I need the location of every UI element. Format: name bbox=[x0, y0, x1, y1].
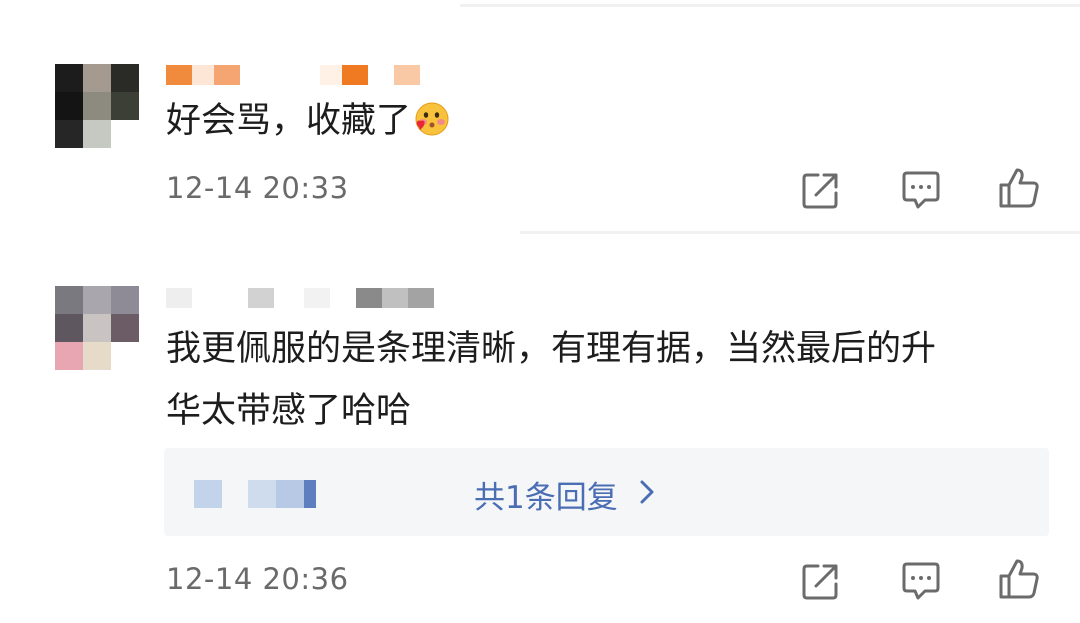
comment-button[interactable] bbox=[898, 167, 944, 213]
share-icon bbox=[802, 564, 838, 600]
like-button[interactable] bbox=[996, 165, 1042, 211]
smiling-face-with-heart-kiss-icon bbox=[413, 96, 451, 136]
username-blurred[interactable] bbox=[166, 287, 434, 309]
comment-feed: 好会骂，收藏了 12-14 20:33 我更佩服的是条理清晰，有理有据，当然最后… bbox=[0, 0, 1080, 623]
comment-text-content: 好会骂，收藏了 bbox=[166, 101, 412, 141]
like-button[interactable] bbox=[996, 556, 1042, 602]
comment-text: 我更佩服的是条理清晰，有理有据，当然最后的升 华太带感了哈哈 bbox=[166, 318, 936, 442]
like-icon bbox=[999, 168, 1039, 208]
avatar[interactable] bbox=[55, 286, 139, 370]
username-blurred[interactable] bbox=[166, 64, 420, 86]
comment-time: 12-14 20:33 bbox=[166, 171, 349, 205]
comment-text-line: 我更佩服的是条理清晰，有理有据，当然最后的升 bbox=[166, 329, 937, 369]
comment-time: 12-14 20:36 bbox=[166, 562, 349, 596]
chevron-right-icon bbox=[636, 478, 658, 506]
view-replies-button[interactable]: 共1条回复 bbox=[164, 448, 1049, 536]
like-icon bbox=[999, 559, 1039, 599]
reply-count-label: 共1条回复 bbox=[474, 480, 618, 516]
comment-icon bbox=[902, 562, 940, 600]
comment-divider bbox=[520, 231, 1080, 234]
top-divider bbox=[460, 4, 1080, 7]
comment-text-line: 华太带感了哈哈 bbox=[166, 391, 412, 431]
comment-icon bbox=[902, 171, 940, 209]
avatar[interactable] bbox=[55, 64, 139, 148]
reply-username-blurred bbox=[194, 480, 316, 508]
comment-text: 好会骂，收藏了 bbox=[166, 90, 451, 152]
share-button[interactable] bbox=[798, 558, 844, 604]
share-button[interactable] bbox=[798, 167, 844, 213]
share-icon bbox=[802, 173, 838, 209]
comment-button[interactable] bbox=[898, 558, 944, 604]
